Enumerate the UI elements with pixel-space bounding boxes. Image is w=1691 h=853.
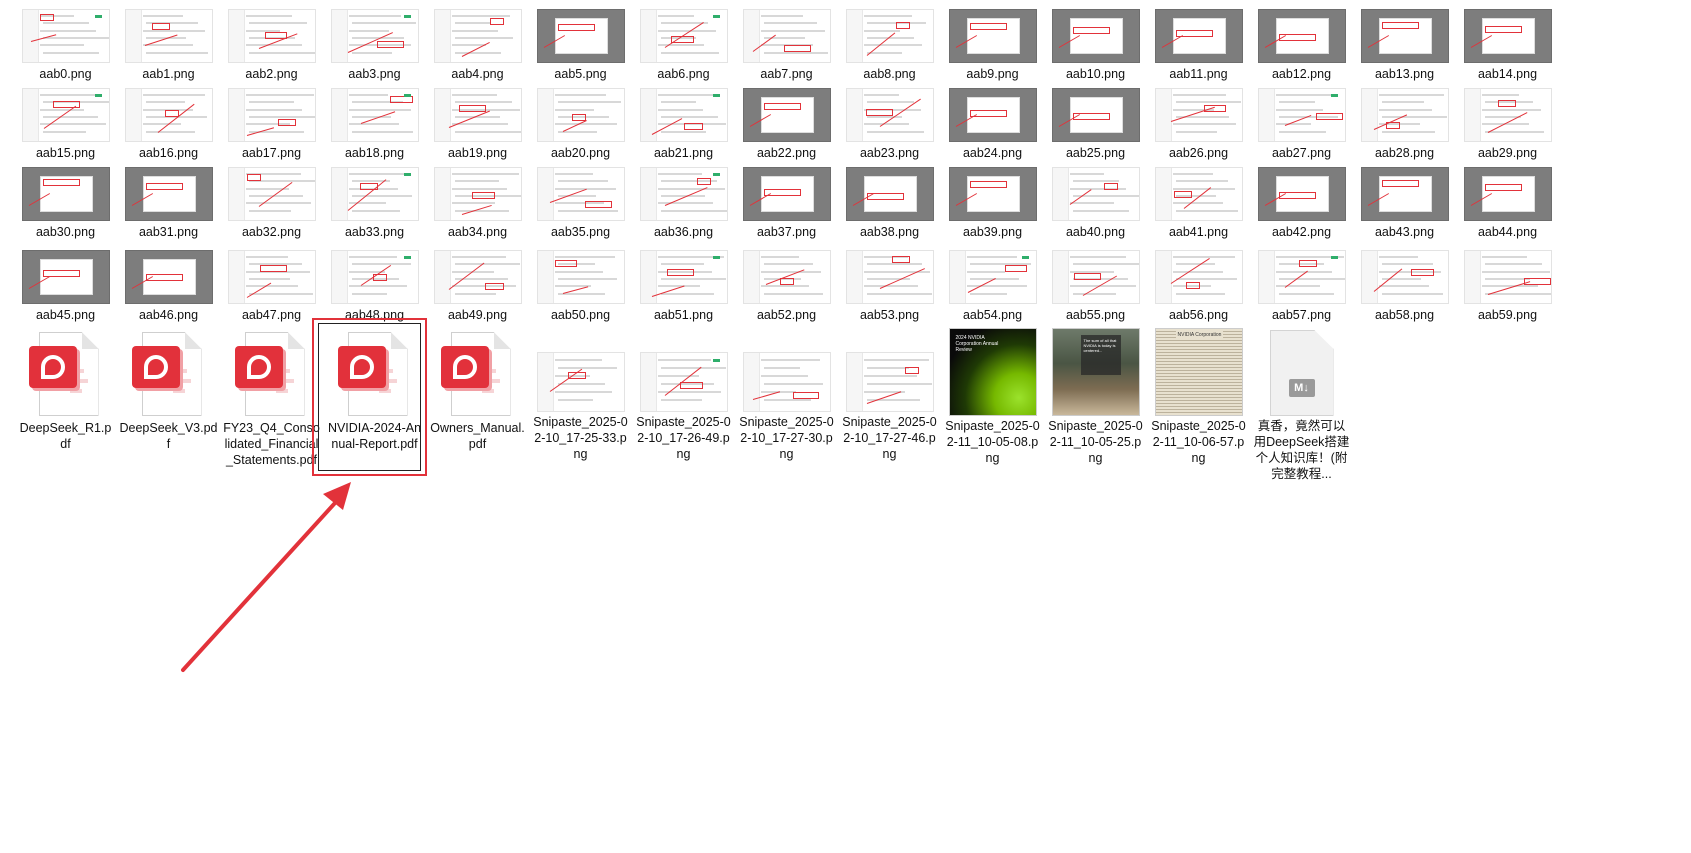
arrow-head	[323, 482, 351, 510]
arrow-shaft	[181, 490, 347, 672]
annotation-arrow	[181, 482, 351, 672]
